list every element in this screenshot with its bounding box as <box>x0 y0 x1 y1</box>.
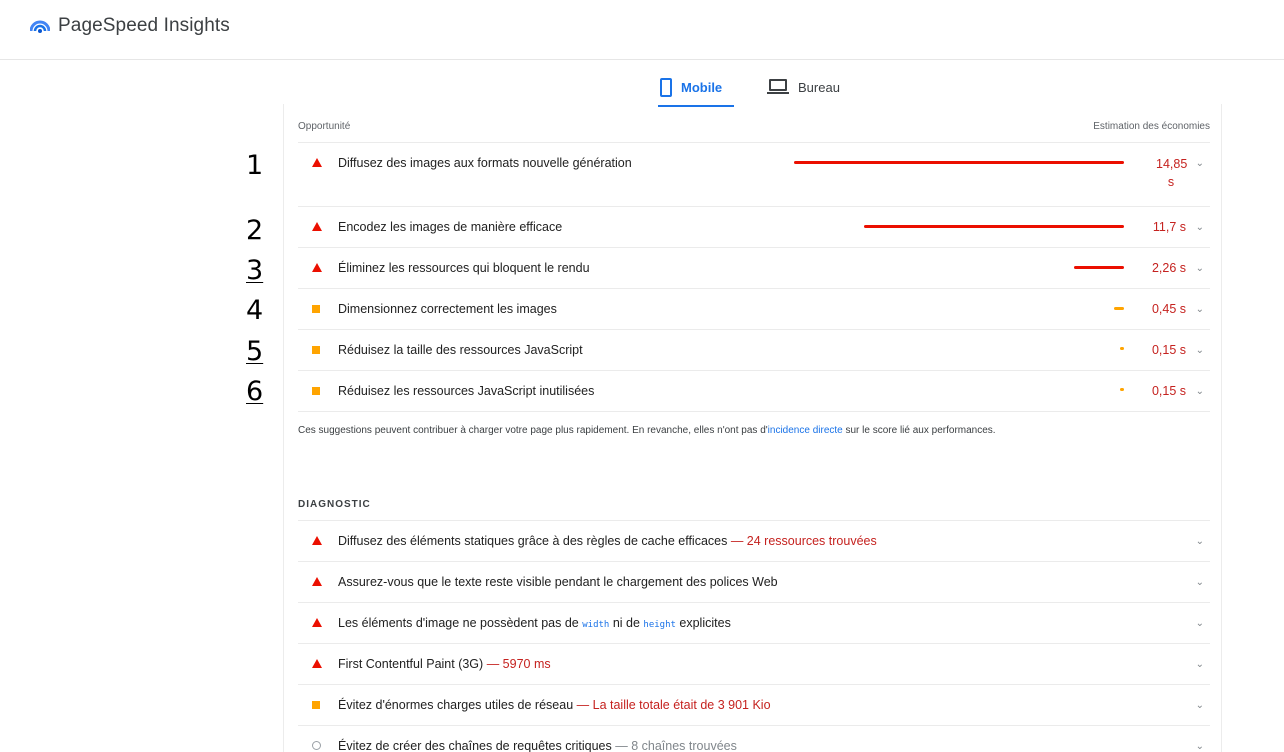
opportunities-header: Opportunité Estimation des économies <box>298 121 1210 132</box>
diagnostic-title: Évitez de créer des chaînes de requêtes … <box>338 739 737 752</box>
laptop-icon <box>767 79 789 95</box>
annotation-number: 4 <box>246 295 264 326</box>
diagnostic-heading: DIAGNOSTIC <box>298 499 371 510</box>
chevron-down-icon[interactable]: ⌄ <box>1196 304 1204 315</box>
diagnostic-row[interactable]: Évitez d'énormes charges utiles de résea… <box>298 684 1210 725</box>
fail-triangle-icon <box>312 263 322 272</box>
savings-bar <box>794 161 1124 164</box>
annotation-number: 3 <box>246 255 264 286</box>
diagnostic-row[interactable]: Les éléments d'image ne possèdent pas de… <box>298 602 1210 643</box>
chevron-down-icon[interactable]: ⌄ <box>1196 700 1204 711</box>
chevron-down-icon[interactable]: ⌄ <box>1196 345 1204 356</box>
annotation-number: 5 <box>246 336 264 367</box>
opportunity-title: Diffusez des images aux formats nouvelle… <box>338 156 632 170</box>
savings-value: 0,15 s <box>1151 343 1186 357</box>
fail-triangle-icon <box>312 659 322 668</box>
opportunity-row[interactable]: Réduisez la taille des ressources JavaSc… <box>298 329 1210 370</box>
opportunity-row[interactable]: Encodez les images de manière efficace 1… <box>298 206 1210 247</box>
chevron-down-icon[interactable]: ⌄ <box>1196 577 1204 588</box>
opportunity-title: Réduisez la taille des ressources JavaSc… <box>338 343 583 357</box>
opportunity-title: Réduisez les ressources JavaScript inuti… <box>338 384 595 398</box>
annotation-number: 6 <box>246 376 264 407</box>
opportunity-title: Éliminez les ressources qui bloquent le … <box>338 261 590 275</box>
diagnostic-title: First Contentful Paint (3G) — 5970 ms <box>338 657 551 671</box>
app-header: PageSpeed Insights <box>0 0 1284 60</box>
chevron-down-icon[interactable]: ⌄ <box>1196 618 1204 629</box>
direct-impact-link[interactable]: incidence directe <box>768 425 843 436</box>
savings-value: 0,45 s <box>1151 302 1186 316</box>
chevron-down-icon[interactable]: ⌄ <box>1196 158 1204 169</box>
fail-triangle-icon <box>312 536 322 545</box>
opportunity-column-label: Opportunité <box>298 121 351 132</box>
pagespeed-logo-icon[interactable] <box>30 17 50 37</box>
fail-triangle-icon <box>312 158 322 167</box>
opportunity-row[interactable]: Dimensionnez correctement les images 0,4… <box>298 288 1210 329</box>
fail-triangle-icon <box>312 577 322 586</box>
opportunity-row[interactable]: Éliminez les ressources qui bloquent le … <box>298 247 1210 288</box>
diagnostic-row[interactable]: First Contentful Paint (3G) — 5970 ms ⌄ <box>298 643 1210 684</box>
app-title[interactable]: PageSpeed Insights <box>58 15 230 37</box>
savings-bar <box>1120 388 1124 391</box>
chevron-down-icon[interactable]: ⌄ <box>1196 386 1204 397</box>
opportunity-row[interactable]: Réduisez les ressources JavaScript inuti… <box>298 370 1210 411</box>
diagnostic-row[interactable]: Assurez-vous que le texte reste visible … <box>298 561 1210 602</box>
average-square-icon <box>312 346 320 354</box>
savings-value: 2,26 s <box>1151 261 1186 275</box>
fail-triangle-icon <box>312 618 322 627</box>
chevron-down-icon[interactable]: ⌄ <box>1196 222 1204 233</box>
savings-value: 0,15 s <box>1151 384 1186 398</box>
info-circle-icon <box>312 741 321 750</box>
savings-bar <box>864 225 1124 228</box>
savings-value: 11,7 s <box>1152 220 1186 234</box>
tab-mobile[interactable]: Mobile <box>660 68 722 106</box>
fail-triangle-icon <box>312 222 322 231</box>
opportunity-title: Dimensionnez correctement les images <box>338 302 557 316</box>
tab-desktop[interactable]: Bureau <box>767 68 840 106</box>
opportunity-title: Encodez les images de manière efficace <box>338 220 563 234</box>
tab-desktop-label: Bureau <box>798 79 840 95</box>
chevron-down-icon[interactable]: ⌄ <box>1196 659 1204 670</box>
opportunities-note: Ces suggestions peuvent contribuer à cha… <box>298 425 996 436</box>
diagnostic-title: Assurez-vous que le texte reste visible … <box>338 575 778 589</box>
savings-column-label: Estimation des économies <box>1093 121 1210 132</box>
average-square-icon <box>312 305 320 313</box>
diagnostic-row[interactable]: Évitez de créer des chaînes de requêtes … <box>298 725 1210 752</box>
annotation-number: 2 <box>246 215 264 246</box>
tab-mobile-label: Mobile <box>681 79 723 95</box>
savings-bar <box>1114 307 1124 310</box>
opportunity-row[interactable]: Diffusez des images aux formats nouvelle… <box>298 142 1210 206</box>
divider <box>298 411 1210 412</box>
chevron-down-icon[interactable]: ⌄ <box>1196 263 1204 274</box>
savings-bar <box>1074 266 1124 269</box>
average-square-icon <box>312 387 320 395</box>
savings-bar <box>1120 347 1124 350</box>
diagnostic-title: Évitez d'énormes charges utiles de résea… <box>338 698 771 712</box>
phone-icon <box>660 77 672 97</box>
average-square-icon <box>312 701 320 709</box>
diagnostic-title: Les éléments d'image ne possèdent pas de… <box>338 616 731 630</box>
diagnostic-title: Diffusez des éléments statiques grâce à … <box>338 534 877 548</box>
savings-value: 14,85 s <box>1156 157 1188 189</box>
chevron-down-icon[interactable]: ⌄ <box>1196 536 1204 547</box>
annotation-number: 1 <box>246 150 264 181</box>
chevron-down-icon[interactable]: ⌄ <box>1196 741 1204 752</box>
diagnostic-row[interactable]: Diffusez des éléments statiques grâce à … <box>298 520 1210 561</box>
audit-panel: Opportunité Estimation des économies Dif… <box>283 104 1222 752</box>
